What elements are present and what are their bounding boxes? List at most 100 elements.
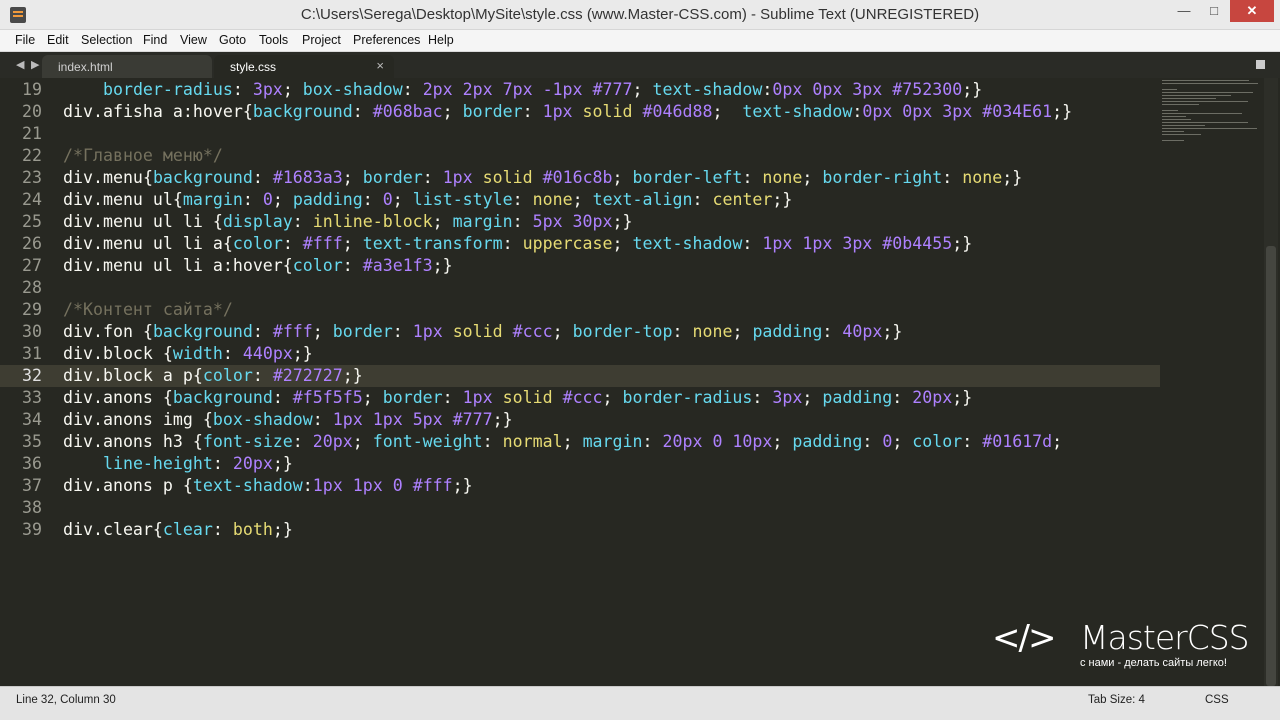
mastercss-watermark: </> MasterCSS с нами - делать сайты легк…	[992, 618, 1262, 678]
code-token: :	[222, 344, 243, 363]
code-token: :	[392, 322, 413, 341]
code-token: div.block a p	[63, 366, 193, 385]
code-line[interactable]: div.menu{background: #1683a3; border: 1p…	[63, 167, 1022, 189]
code-line[interactable]: line-height: 20px;}	[63, 453, 293, 475]
tab-menu-icon[interactable]	[1256, 60, 1265, 69]
code-token: ;	[612, 234, 633, 253]
tab-size-selector[interactable]: Tab Size: 4	[1088, 694, 1145, 706]
code-token: :	[822, 322, 843, 341]
status-bar: Line 32, Column 30 Tab Size: 4 CSS	[0, 686, 1280, 720]
code-token: 0px 0px 3px #034E61	[862, 102, 1053, 121]
code-line[interactable]: div.anons h3 {font-size: 20px; font-weig…	[63, 431, 1062, 453]
code-line[interactable]: div.anons img {box-shadow: 1px 1px 5px #…	[63, 409, 513, 431]
minimap-line	[1162, 122, 1249, 123]
code-line[interactable]: div.menu ul li a{color: #fff; text-trans…	[63, 233, 972, 255]
code-token: #046d88	[642, 102, 713, 121]
code-token: ;	[392, 190, 413, 209]
code-token: div.fon	[63, 322, 143, 341]
code-line[interactable]: div.clear{clear: both;}	[63, 519, 293, 541]
code-token: text-shadow	[742, 102, 853, 121]
tab-forward-icon[interactable]: ▶	[31, 58, 39, 71]
code-token: :	[482, 432, 503, 451]
code-token: border-left	[632, 168, 743, 187]
code-token: text-align	[592, 190, 693, 209]
code-line[interactable]: div.menu ul{margin: 0; padding: 0; list-…	[63, 189, 792, 211]
code-token: ;	[712, 102, 743, 121]
tab-back-icon[interactable]: ◀	[16, 58, 24, 71]
code-token: center	[712, 190, 773, 209]
code-token: border-radius	[622, 388, 753, 407]
tab-index-html[interactable]: index.html	[42, 55, 212, 78]
code-line[interactable]: div.afisha a:hover{background: #068bac; …	[63, 101, 1072, 123]
menu-view[interactable]: View	[180, 33, 207, 47]
code-editor[interactable]: 19 20 21 22 23 24 25 26 27 28 29 30 31 32 33 34 35 36 37 38…	[0, 78, 1280, 686]
menu-preferences[interactable]: Preferences	[353, 33, 420, 47]
code-token: uppercase	[522, 234, 613, 253]
code-token: ;}	[452, 476, 473, 495]
minimap-line	[1162, 119, 1191, 120]
code-token: #01617d	[982, 432, 1053, 451]
minimize-button[interactable]: —	[1170, 0, 1198, 22]
code-token: :	[242, 190, 263, 209]
code-line[interactable]: /*Главное меню*/	[63, 145, 223, 167]
menu-tools[interactable]: Tools	[259, 33, 288, 47]
code-token: color	[292, 256, 343, 275]
line-number: 22	[22, 146, 42, 165]
code-token: 20px 0 10px	[662, 432, 773, 451]
menu-find[interactable]: Find	[143, 33, 167, 47]
menu-help[interactable]: Help	[428, 33, 454, 47]
code-token: #ccc	[512, 322, 553, 341]
line-number: 36	[22, 454, 42, 473]
line-number: 31	[22, 344, 42, 363]
code-token: ;	[282, 80, 303, 99]
code-line[interactable]: div.fon {background: #fff; border: 1px s…	[63, 321, 902, 343]
code-line[interactable]: div.block {width: 440px;}	[63, 343, 313, 365]
code-token: padding	[752, 322, 823, 341]
code-token: padding	[822, 388, 893, 407]
code-token: ;	[802, 388, 823, 407]
code-token: 2px 2px 7px -1px #777	[422, 80, 633, 99]
code-token: 0	[382, 190, 393, 209]
code-line[interactable]: border-radius: 3px; box-shadow: 2px 2px …	[63, 79, 982, 101]
tab-style-css[interactable]: style.css ×	[214, 55, 394, 78]
menu-edit[interactable]: Edit	[47, 33, 69, 47]
code-token: text-shadow	[192, 476, 303, 495]
menu-project[interactable]: Project	[302, 33, 341, 47]
code-token: :	[252, 322, 273, 341]
code-token: :	[942, 168, 963, 187]
code-token: {	[142, 322, 153, 341]
code-token: border-right	[822, 168, 943, 187]
code-token: both	[232, 520, 273, 539]
code-token: ;	[602, 388, 623, 407]
syntax-selector[interactable]: CSS	[1205, 694, 1229, 706]
code-token: :	[422, 168, 443, 187]
code-line[interactable]: div.block a p{color: #272727;}	[63, 365, 363, 387]
minimap-line	[1162, 95, 1232, 96]
scrollbar-thumb[interactable]	[1266, 246, 1276, 686]
code-line[interactable]: div.anons {background: #f5f5f5; border: …	[63, 387, 972, 409]
code-token: ;	[362, 388, 383, 407]
maximize-button[interactable]: □	[1200, 0, 1228, 22]
code-token: :	[752, 388, 773, 407]
code-token: ;	[352, 432, 373, 451]
menu-selection[interactable]: Selection	[81, 33, 132, 47]
code-token: #ccc	[562, 388, 603, 407]
code-line[interactable]: /*Контент сайта*/	[63, 299, 233, 321]
code-line[interactable]: div.menu ul li a:hover{color: #a3e1f3;}	[63, 255, 453, 277]
code-token: inline-block	[312, 212, 433, 231]
code-token: normal	[502, 432, 563, 451]
code-token: div.menu ul li	[63, 212, 213, 231]
code-line[interactable]: div.menu ul li {display: inline-block; m…	[63, 211, 633, 233]
code-token: 1px	[542, 102, 583, 121]
code-token: ;	[342, 234, 363, 253]
minimap[interactable]	[1162, 80, 1262, 160]
close-tab-icon[interactable]: ×	[376, 58, 384, 73]
menu-file[interactable]: File	[15, 33, 35, 47]
code-line[interactable]: div.anons p {text-shadow:1px 1px 0 #fff;…	[63, 475, 473, 497]
close-button[interactable]: ✕	[1230, 0, 1274, 22]
code-token: 40px	[842, 322, 883, 341]
code-token: background	[152, 168, 253, 187]
minimap-line	[1162, 128, 1257, 129]
code-token: list-style	[412, 190, 513, 209]
menu-goto[interactable]: Goto	[219, 33, 246, 47]
